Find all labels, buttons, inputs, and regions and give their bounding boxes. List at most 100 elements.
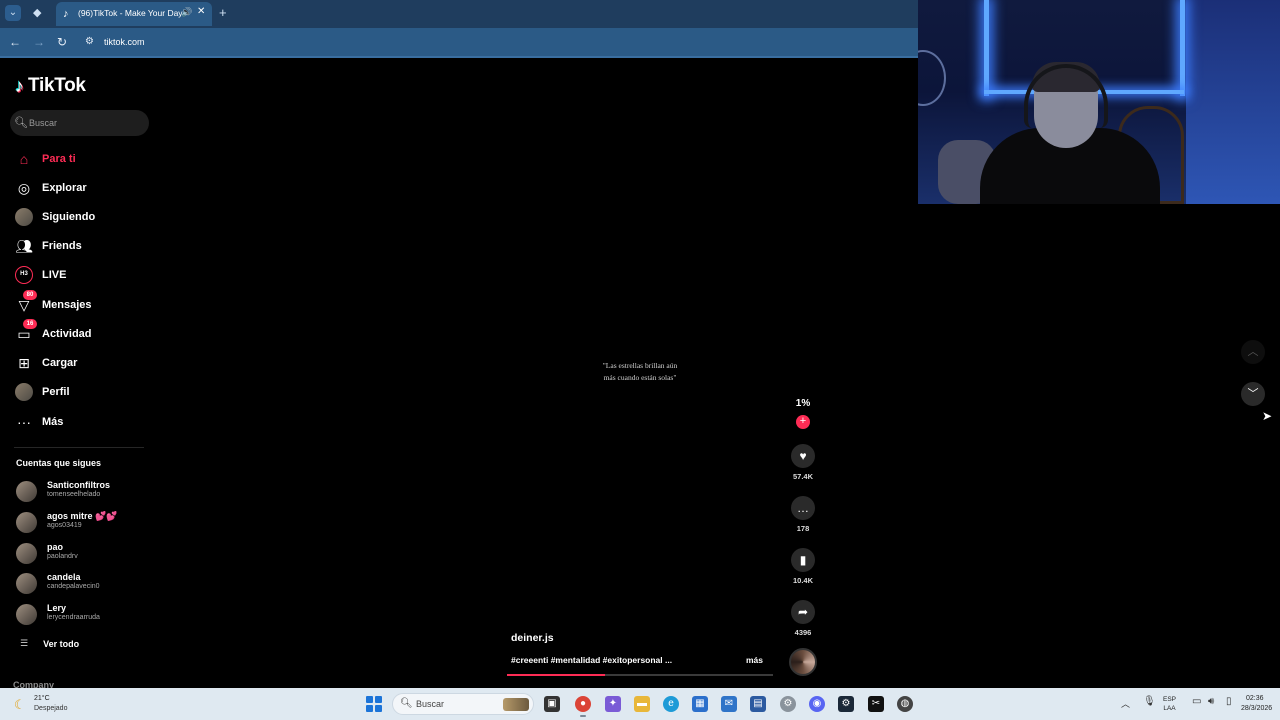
forward-icon[interactable]: → [33, 35, 45, 49]
nav-item-friends[interactable]: 👥︎ Friends [14, 235, 150, 257]
comment-icon[interactable]: … [791, 496, 815, 520]
following-account[interactable]: candela candepalavecin0 [16, 571, 152, 595]
tiktok-favicon-icon: ♪ [63, 8, 69, 20]
following-account[interactable]: Lery lerycendraarruda [16, 602, 152, 626]
tray-chevron-up-icon[interactable]: ︿ [1121, 697, 1130, 710]
activity-badge: 16 [23, 319, 37, 329]
battery-icon[interactable]: ▯ [1226, 696, 1232, 707]
see-all-button[interactable]: ☰ Ver todo [20, 638, 79, 649]
close-tab-icon[interactable]: ✕ [197, 6, 205, 17]
save-action[interactable]: ▮ 10.4K [788, 548, 818, 585]
more-icon: ··· [17, 414, 31, 430]
obs-icon[interactable]: ◍ [897, 696, 913, 712]
volume-icon[interactable]: 🔊︎ [1208, 696, 1214, 707]
copilot-icon[interactable]: ✦ [605, 696, 621, 712]
share-action[interactable]: ➦ 4396 [788, 600, 818, 637]
video-progress-bar[interactable] [507, 674, 773, 676]
edge-icon[interactable]: e [663, 696, 679, 712]
search-input[interactable] [29, 116, 139, 130]
url-field[interactable]: tiktok.com [104, 37, 145, 47]
avatar [16, 604, 37, 625]
browser-tab-bar: ⌄ ◆ ♪ (96)TikTok - Make Your Day 🔊 ✕ + [0, 0, 918, 28]
sound-disc[interactable] [789, 648, 817, 676]
video-player[interactable]: "Las estrellas brillan aún más cuando es… [506, 58, 774, 678]
compass-icon: ◎ [17, 179, 31, 196]
file-explorer-icon[interactable]: ▬ [634, 696, 650, 712]
webcam-wall [1186, 0, 1280, 204]
video-author[interactable]: deiner.js [511, 632, 554, 644]
account-name: agos mitre 💕💕 [47, 511, 118, 521]
nav-label: Siguiendo [42, 211, 96, 223]
back-icon[interactable]: ← [9, 35, 21, 49]
tiktok-logo[interactable]: ♪ TikTok [15, 75, 86, 97]
follow-button[interactable]: + [796, 415, 810, 429]
store-icon[interactable]: ▦ [692, 696, 708, 712]
tab-search-icon[interactable]: ⌄ [5, 5, 21, 21]
nav-item-mas[interactable]: ··· Más [14, 411, 150, 433]
account-handle: candepalavecin0 [47, 583, 100, 590]
search-icon[interactable]: 🔍︎ [14, 116, 28, 129]
chevron-up-icon[interactable]: ︿ [1241, 340, 1265, 364]
following-section-title: Cuentas que sigues [16, 458, 102, 468]
bookmark-icon[interactable]: ▮ [791, 548, 815, 572]
video-description: #creeenti #mentalidad #exitopersonal ... [511, 655, 673, 665]
task-view-icon[interactable]: ▣ [544, 696, 560, 712]
windows-taskbar: ☾ 21°C Despejado 🔍︎ Buscar ▣ ● ✦ ▬ e ▦ ✉… [0, 688, 1280, 720]
chevron-down-icon[interactable]: ﹀ [1241, 382, 1265, 406]
nav-item-para-ti[interactable]: ⌂ Para ti [14, 148, 150, 170]
nav-item-siguiendo[interactable]: Siguiendo [14, 206, 150, 228]
network-icon[interactable]: ▭ [1192, 696, 1201, 707]
following-account[interactable]: Santiconfiltros tomenseelhelado [16, 479, 152, 503]
site-info-icon[interactable]: ⚙ [85, 36, 94, 47]
share-icon[interactable]: ➦ [791, 600, 815, 624]
search-highlight-image [503, 698, 529, 711]
lang-code: ESP [1163, 696, 1177, 703]
mouse-cursor-icon: ➤ [1262, 409, 1273, 423]
nav-item-cargar[interactable]: ⊞ Cargar [14, 352, 150, 374]
windows-start-icon[interactable] [366, 696, 382, 712]
nav-item-actividad[interactable]: ▭ 16 Actividad [14, 319, 150, 345]
new-tab-icon[interactable]: + [219, 5, 227, 20]
like-action[interactable]: ♥ 57.4K [788, 444, 818, 481]
nav-item-live[interactable]: H3 LIVE [14, 264, 150, 286]
webcam-led-strip [984, 0, 989, 96]
reload-icon[interactable]: ↻ [57, 35, 67, 49]
capcut-icon[interactable]: ✂ [868, 696, 884, 712]
account-name: Lery [47, 603, 67, 613]
weather-moon-icon[interactable]: ☾ [14, 697, 26, 713]
pinned-tab-icon[interactable]: ◆ [33, 6, 41, 19]
activity-icon: ▭ 16 [14, 319, 37, 344]
nav-label: Actividad [42, 328, 92, 340]
taskbar-search[interactable]: 🔍︎ Buscar [392, 693, 534, 715]
more-button[interactable]: más [746, 655, 763, 665]
search-box[interactable]: 🔍︎ [10, 110, 149, 136]
clock-date[interactable]: 28/3/2026 [1241, 705, 1272, 712]
search-icon: 🔍︎ [400, 698, 413, 709]
nav-item-mensajes[interactable]: ▽ 80 Mensajes [14, 290, 150, 316]
nav-item-perfil[interactable]: Perfil [14, 381, 150, 403]
tab-audio-icon[interactable]: 🔊 [181, 7, 192, 18]
comment-action[interactable]: … 178 [788, 496, 818, 533]
mail-icon[interactable]: ✉ [721, 696, 737, 712]
avatar [16, 512, 37, 533]
input-language[interactable]: ESP LAA [1163, 695, 1176, 713]
like-count: 57.4K [792, 472, 813, 481]
following-account[interactable]: agos mitre 💕💕 agos03419 [16, 510, 152, 534]
settings-gear-icon[interactable]: ⚙ [780, 696, 796, 712]
steam-icon[interactable]: ⚙ [838, 696, 854, 712]
discord-icon[interactable]: ◉ [809, 696, 825, 712]
heart-icon[interactable]: ♥ [791, 444, 815, 468]
app-icon[interactable]: ▤ [750, 696, 766, 712]
chrome-icon[interactable]: ● [575, 696, 591, 717]
creator-avatar[interactable]: 1% [789, 392, 817, 416]
nav-item-explorar[interactable]: ◎ Explorar [14, 177, 150, 199]
nav-label: Explorar [42, 182, 87, 194]
account-handle: lerycendraarruda [47, 614, 100, 621]
microphone-icon[interactable]: 🎙︎ [1143, 696, 1156, 707]
avatar [16, 481, 37, 502]
clock-time[interactable]: 02:36 [1246, 695, 1264, 702]
account-name: Santiconfiltros [47, 480, 111, 490]
tab-tiktok[interactable]: ♪ (96)TikTok - Make Your Day 🔊 ✕ [56, 2, 212, 26]
messages-badge: 80 [23, 290, 37, 300]
following-account[interactable]: pao paolandrv [16, 541, 152, 565]
